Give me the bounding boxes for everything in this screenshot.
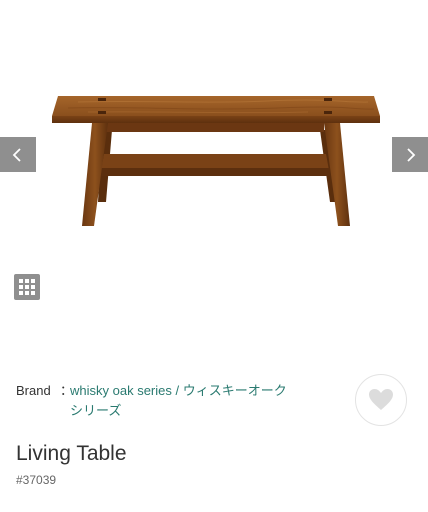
chevron-right-icon [407,147,416,162]
product-gallery [0,0,428,260]
product-image [52,96,380,226]
product-title: Living Table [16,442,127,465]
gallery-grid-button[interactable] [14,274,40,300]
grid-icon [19,279,35,295]
product-code: #37039 [16,473,57,487]
heart-icon [369,389,393,410]
favorite-button[interactable] [355,374,407,426]
previous-image-button[interactable] [0,137,36,172]
chevron-left-icon [12,147,21,162]
brand-link[interactable]: whisky oak series / ウィスキーオーク シリーズ [70,381,310,421]
next-image-button[interactable] [392,137,428,172]
brand-label: Brand [16,383,51,398]
